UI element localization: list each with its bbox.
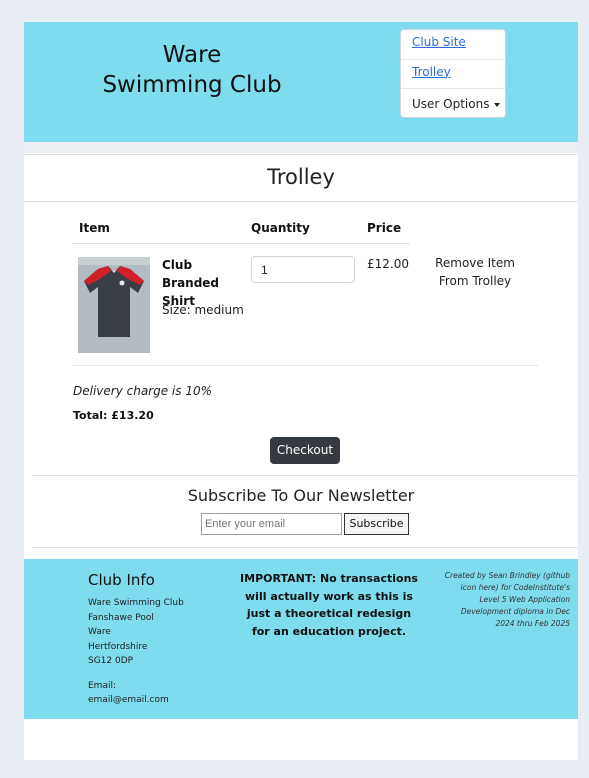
table-row-divider: [72, 365, 538, 366]
club-title: Ware Swimming Club: [80, 40, 304, 100]
trolley-link[interactable]: Trolley: [412, 65, 451, 79]
quantity-input[interactable]: [251, 256, 355, 283]
product-price: £12.00: [367, 257, 409, 271]
site-header: Ware Swimming Club Club Site Trolley Use…: [24, 22, 578, 142]
remove-item-link[interactable]: Remove Item From Trolley: [422, 254, 528, 290]
nav-menu: Club Site Trolley User Options: [400, 29, 506, 118]
user-options-dropdown[interactable]: User Options: [401, 89, 505, 119]
user-options-label: User Options: [412, 97, 490, 111]
order-total: Total: £13.20: [73, 409, 154, 422]
club-info-title: Club Info: [88, 571, 155, 589]
product-name[interactable]: Club Branded Shirt: [162, 256, 252, 310]
important-notice: IMPORTANT: No transactions will actually…: [240, 572, 418, 638]
product-image: [78, 257, 150, 353]
product-size: Size: medium: [162, 303, 244, 317]
club-title-line1: Ware: [162, 42, 222, 68]
address-line: Ware: [88, 627, 111, 637]
nav-item-club-site: Club Site: [401, 30, 505, 60]
email-address: email@email.com: [88, 695, 169, 705]
shirt-image-graphic: [78, 257, 150, 353]
site-footer: Club Info Ware Swimming Club Fanshawe Po…: [24, 559, 578, 719]
column-header-item: Item: [79, 221, 110, 235]
club-email: Email: email@email.com: [88, 679, 169, 707]
column-header-price: Price: [367, 221, 402, 235]
address-line: Hertfordshire: [88, 641, 148, 652]
club-title-line2: Swimming Club: [102, 72, 282, 98]
newsletter-top-divider: [32, 475, 578, 476]
email-label: Email:: [88, 681, 117, 691]
nav-item-trolley: Trolley: [401, 60, 505, 89]
caret-down-icon: [494, 102, 501, 107]
subscribe-button[interactable]: Subscribe: [344, 513, 409, 535]
credit-note: Created by Sean Brindley (github icon he…: [444, 571, 570, 628]
address-line: Fanshawe Pool: [88, 612, 154, 623]
page: Ware Swimming Club Club Site Trolley Use…: [24, 22, 578, 760]
column-header-quantity: Quantity: [251, 221, 310, 235]
page-title: Trolley: [24, 154, 578, 202]
address-line: SG12 0DP: [88, 656, 134, 666]
club-site-link[interactable]: Club Site: [412, 35, 466, 49]
address-line: Ware Swimming Club: [88, 598, 184, 608]
checkout-button[interactable]: Checkout: [270, 437, 340, 464]
header-separator: [24, 142, 578, 153]
table-header-divider: [72, 243, 410, 244]
newsletter-bottom-divider: [32, 547, 578, 548]
newsletter-title: Subscribe To Our Newsletter: [187, 486, 415, 505]
club-address: Ware Swimming Club Fanshawe Pool Ware He…: [88, 596, 184, 669]
newsletter-email-input[interactable]: [201, 513, 342, 535]
delivery-note: Delivery charge is 10%: [73, 384, 213, 398]
